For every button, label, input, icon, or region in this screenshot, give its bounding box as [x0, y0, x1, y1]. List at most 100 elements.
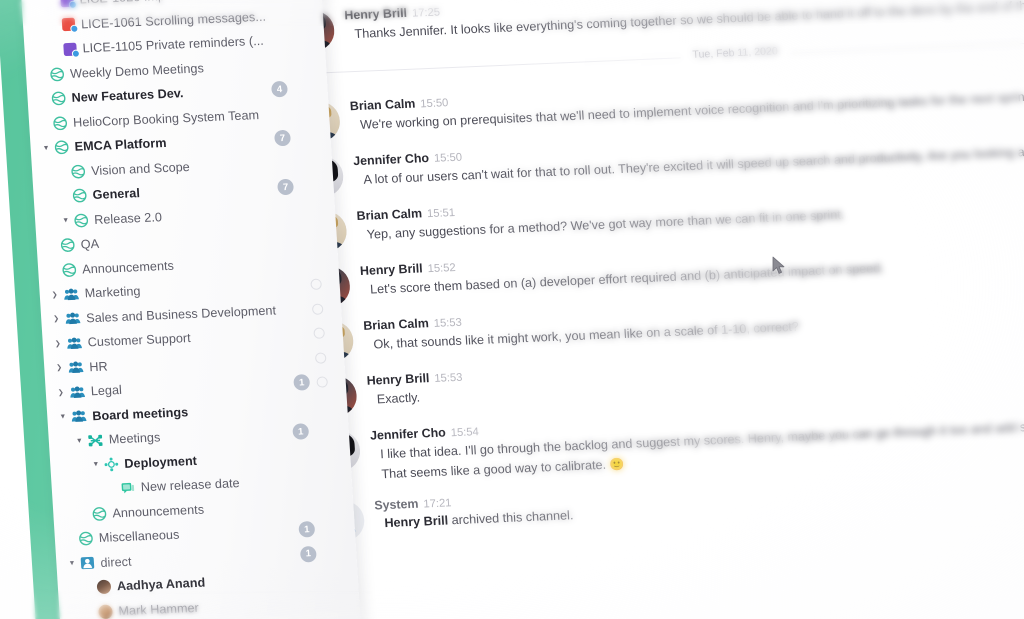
message-author[interactable]: Jennifer Cho	[353, 151, 430, 168]
presence-ring-icon	[310, 278, 322, 290]
channel-globe-icon	[74, 213, 89, 228]
ticket-status-dot	[70, 24, 79, 34]
message-timestamp: 15:53	[433, 316, 463, 330]
sidebar-item-label: New Features Dev.	[71, 86, 184, 106]
message-list[interactable]: I've also updated the feature descriptio…	[258, 0, 1024, 619]
message-timestamp: 15:50	[433, 151, 463, 165]
message-author[interactable]: Henry Brill	[366, 371, 429, 388]
channel-sidebar[interactable]: LICE-1026 Implementation o...LICE-1061 S…	[18, 0, 365, 619]
message-author[interactable]: Jennifer Cho	[370, 425, 447, 442]
ticket-tile-icon	[61, 17, 79, 34]
message-body: Henry Brill 15:53 Exactly.	[366, 369, 464, 415]
ticket-status-dot	[71, 49, 81, 58]
sidebar-container: LICE-1026 Implementation o...LICE-1061 S…	[18, 0, 365, 619]
message-body: Brian Calm 15:53 Ok, that sounds like it m…	[363, 300, 800, 360]
message-timestamp: 15:51	[426, 206, 456, 221]
chevron-down-icon[interactable]: ▼	[68, 560, 79, 567]
presence-ring-icon	[314, 351, 327, 364]
message-panel-container: I've also updated the feature descriptio…	[258, 0, 1024, 619]
mouse-cursor-icon	[772, 256, 786, 280]
message-author[interactable]: System	[374, 496, 419, 512]
team-icon	[66, 336, 82, 350]
team-icon	[63, 287, 79, 301]
sidebar-item-label: Legal	[90, 383, 123, 399]
sidebar-item-label: Marketing	[84, 284, 141, 301]
chevron-down-icon[interactable]: ▼	[76, 437, 87, 444]
presence-ring-icon	[311, 302, 324, 315]
sidebar-item-label: Miscellaneous	[98, 527, 180, 546]
sidebar-item-label: Announcements	[111, 502, 205, 521]
sidebar-item-label: New release date	[140, 476, 241, 495]
ticket-tile-icon	[60, 0, 78, 9]
message-row[interactable]: Henry Brill 17:25 Thanks Jennifer. It look…	[263, 0, 1024, 53]
sidebar-item-label: Customer Support	[87, 331, 192, 350]
sidebar-item-label: HelioCorp Booking System Team	[72, 107, 260, 130]
chevron-right-icon[interactable]: ❯	[56, 364, 67, 372]
sidebar-item-label: Aadhya Anand	[116, 575, 206, 594]
sidebar-item-label: HR	[88, 359, 109, 375]
channel-globe-icon	[92, 506, 107, 521]
sidebar-item-label: Weekly Demo Meetings	[69, 61, 205, 81]
chevron-right-icon[interactable]: ❯	[58, 389, 69, 396]
sidebar-item-label: direct	[100, 554, 132, 570]
sidebar-item-label: Meetings	[108, 430, 161, 447]
app-screenshot: LICE-1026 Implementation o...LICE-1061 S…	[0, 0, 1024, 619]
chevron-down-icon[interactable]: ▼	[62, 217, 73, 224]
unread-badge: 4	[270, 80, 288, 98]
chevron-down-icon[interactable]: ▼	[42, 144, 53, 152]
date-divider-label: Tue, Feb 11, 2020	[680, 44, 791, 62]
ticket-tile-icon	[63, 42, 81, 58]
avatar	[96, 579, 112, 595]
message-author[interactable]: Henry Brill	[360, 261, 423, 278]
team-icon	[68, 361, 84, 375]
sidebar-item-label: Sales and Business Development	[85, 303, 277, 326]
sidebar-item-label: Release 2.0	[93, 209, 163, 227]
channel-globe-icon	[54, 140, 69, 155]
message-body: Henry Brill 17:25 Thanks Jennifer. It look…	[344, 0, 1024, 49]
channel-globe-icon	[71, 164, 86, 179]
sidebar-item-label: Deployment	[123, 453, 198, 471]
sidebar-item-label: General	[92, 186, 141, 203]
unread-badge: 1	[298, 520, 316, 538]
channel-globe-icon	[79, 531, 94, 547]
message-timestamp: 17:25	[411, 6, 441, 20]
message-timestamp: 15:53	[434, 371, 463, 385]
unread-badge: 7	[277, 178, 295, 196]
chevron-right-icon[interactable]: ❯	[53, 316, 64, 323]
channel-globe-icon	[53, 116, 68, 131]
chevron-right-icon[interactable]: ❯	[55, 340, 66, 347]
sidebar-item-label: QA	[80, 237, 100, 252]
team-icon	[65, 312, 81, 326]
message-author[interactable]: Brian Calm	[350, 97, 416, 114]
message-author[interactable]: Brian Calm	[356, 206, 422, 223]
message-author[interactable]: Brian Calm	[363, 316, 429, 333]
system-actor-name: Henry Brill	[384, 513, 449, 531]
mesh-icon	[87, 434, 103, 448]
deployment-icon	[104, 457, 119, 472]
unread-badge: 1	[293, 374, 311, 391]
message-timestamp: 15:50	[420, 97, 449, 111]
sidebar-item-label: LICE-1105 Private reminders (...	[82, 34, 265, 56]
message-text: Exactly.	[376, 390, 421, 407]
chat-icon	[120, 481, 135, 495]
chevron-down-icon[interactable]: ▼	[92, 461, 103, 468]
unread-badge: 1	[292, 423, 310, 440]
message-timestamp: 15:54	[450, 426, 480, 440]
presence-ring-icon	[316, 376, 329, 388]
sidebar-item-label: Board meetings	[91, 404, 189, 423]
message-author[interactable]: Henry Brill	[344, 6, 407, 23]
sidebar-item-label: Mark Hammer	[118, 600, 200, 618]
sidebar-item-label: LICE-1061 Scrolling messages...	[80, 9, 267, 32]
sidebar-item-label: EMCA Platform	[74, 136, 167, 154]
message-body: System 17:21 Henry Brill archived this cha…	[374, 489, 574, 539]
message-meta: Henry Brill 15:53	[366, 370, 463, 389]
message-timestamp: 17:21	[423, 496, 452, 510]
chevron-down-icon[interactable]: ▼	[59, 413, 70, 421]
team-icon	[69, 385, 85, 399]
direct-messages-icon	[80, 556, 95, 570]
channel-globe-icon	[60, 238, 75, 253]
avatar	[98, 604, 113, 619]
chevron-right-icon[interactable]: ❯	[52, 291, 63, 298]
message-timestamp: 15:52	[427, 261, 457, 276]
system-action-text: archived this channel.	[447, 508, 574, 528]
